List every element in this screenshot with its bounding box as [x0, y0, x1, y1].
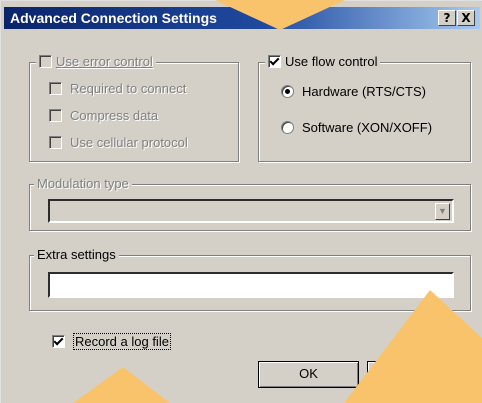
ok-button[interactable]: OK: [258, 361, 359, 388]
hardware-radio[interactable]: [281, 85, 294, 98]
use-error-control-checkbox[interactable]: [39, 55, 52, 68]
extra-settings-label: Extra settings: [34, 247, 119, 262]
help-button[interactable]: ?: [438, 10, 456, 26]
required-to-connect-option[interactable]: Required to connect: [49, 81, 186, 96]
flow-control-legend: Use flow control: [265, 54, 381, 69]
advanced-connection-settings-dialog: Advanced Connection Settings ? X Use err…: [0, 0, 482, 403]
extra-settings-input[interactable]: [48, 272, 454, 298]
cancel-button[interactable]: [367, 361, 468, 388]
chevron-down-icon[interactable]: ▼: [435, 203, 450, 220]
hardware-flow-option[interactable]: Hardware (RTS/CTS): [281, 84, 426, 99]
record-log-file-label: Record a log file: [73, 333, 171, 350]
flow-control-group: Use flow control Hardware (RTS/CTS) Soft…: [258, 54, 471, 162]
compress-data-label: Compress data: [70, 108, 159, 123]
required-to-connect-label: Required to connect: [70, 81, 187, 96]
use-flow-control-checkbox[interactable]: [268, 55, 281, 68]
hardware-label: Hardware (RTS/CTS): [302, 84, 427, 99]
software-flow-option[interactable]: Software (XON/XOFF): [281, 120, 432, 135]
use-flow-control-label: Use flow control: [285, 54, 378, 69]
error-control-legend: Use error control: [36, 54, 156, 69]
required-to-connect-checkbox[interactable]: [49, 82, 62, 95]
modulation-type-dropdown[interactable]: ▼: [48, 199, 454, 223]
close-button[interactable]: X: [457, 10, 475, 26]
cellular-protocol-option[interactable]: Use cellular protocol: [49, 135, 188, 150]
window-title: Advanced Connection Settings: [10, 10, 217, 26]
compress-data-checkbox[interactable]: [49, 109, 62, 122]
software-label: Software (XON/XOFF): [302, 120, 433, 135]
modulation-type-label: Modulation type: [34, 176, 132, 191]
use-error-control-label: Use error control: [56, 54, 153, 69]
modulation-group: Modulation type ▼: [29, 176, 471, 231]
compress-data-option[interactable]: Compress data: [49, 108, 158, 123]
extra-settings-group: Extra settings: [29, 247, 471, 311]
title-bar: Advanced Connection Settings ? X: [4, 7, 480, 29]
record-log-file-checkbox[interactable]: [52, 335, 65, 348]
record-log-file-option[interactable]: Record a log file: [52, 333, 171, 350]
software-radio[interactable]: [281, 121, 294, 134]
cellular-protocol-label: Use cellular protocol: [70, 135, 188, 150]
cellular-protocol-checkbox[interactable]: [49, 136, 62, 149]
error-control-group: Use error control Required to connect Co…: [29, 54, 239, 162]
